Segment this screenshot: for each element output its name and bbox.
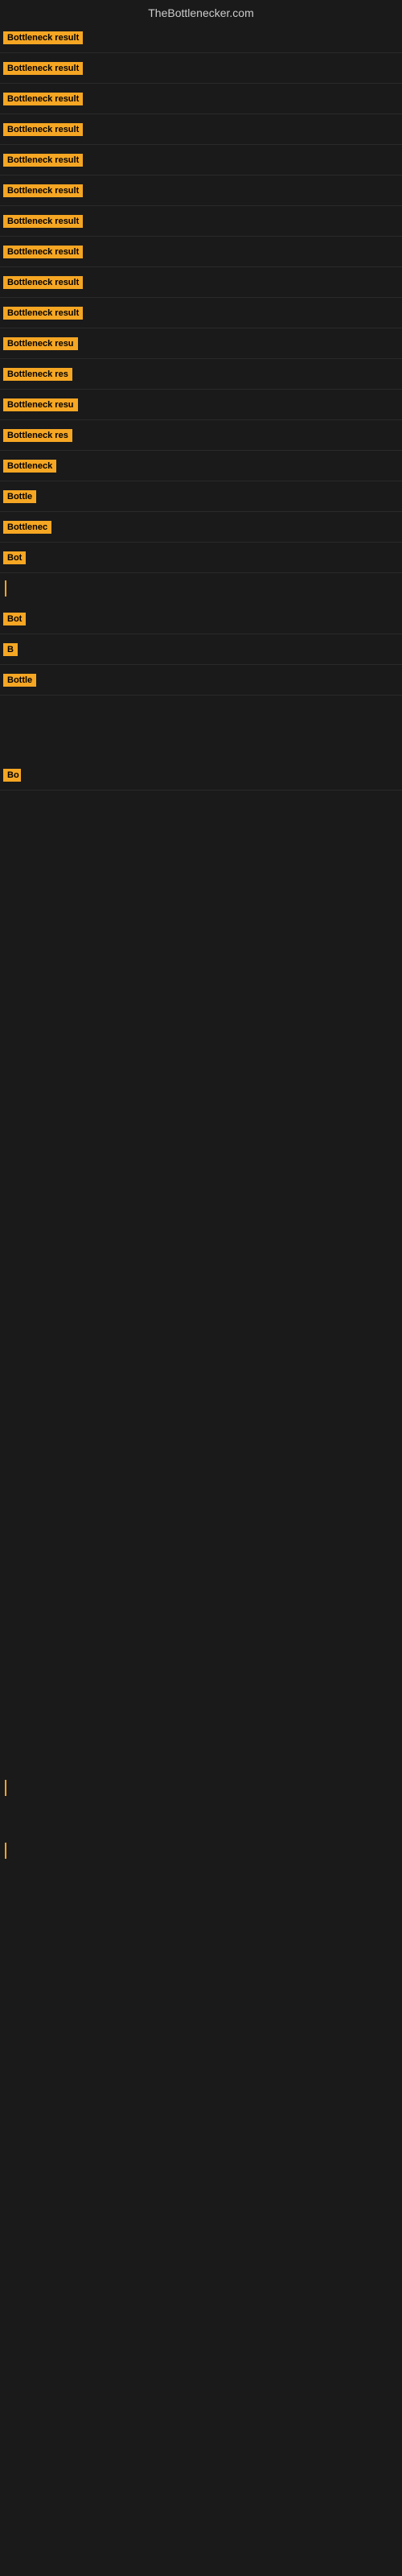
bottleneck-row-2: Bottleneck result bbox=[0, 53, 402, 84]
bottleneck-badge-8[interactable]: Bottleneck result bbox=[3, 246, 83, 258]
bottleneck-badge-23[interactable]: Bo bbox=[3, 769, 21, 782]
bottleneck-row-12: Bottleneck res bbox=[0, 359, 402, 390]
bottleneck-row-21: B bbox=[0, 634, 402, 665]
bottleneck-badge-1[interactable]: Bottleneck result bbox=[3, 31, 83, 44]
bottom-line-1 bbox=[0, 1773, 402, 1803]
small-spacer-bottom bbox=[0, 1803, 402, 1835]
bottleneck-badge-18[interactable]: Bot bbox=[3, 551, 26, 564]
bottleneck-badge-12[interactable]: Bottleneck res bbox=[3, 368, 72, 381]
page-container: TheBottlenecker.com Bottleneck result Bo… bbox=[0, 0, 402, 1866]
bottleneck-badge-3[interactable]: Bottleneck result bbox=[3, 93, 83, 105]
bottleneck-badge-21[interactable]: B bbox=[3, 643, 18, 656]
bottleneck-row-17: Bottlenec bbox=[0, 512, 402, 543]
bottleneck-badge-6[interactable]: Bottleneck result bbox=[3, 184, 83, 197]
spacer-1 bbox=[0, 696, 402, 760]
bottleneck-row-6: Bottleneck result bbox=[0, 175, 402, 206]
bottleneck-row-4: Bottleneck result bbox=[0, 114, 402, 145]
bottleneck-row-3: Bottleneck result bbox=[0, 84, 402, 114]
bottleneck-row-8: Bottleneck result bbox=[0, 237, 402, 267]
bottleneck-badge-5[interactable]: Bottleneck result bbox=[3, 154, 83, 167]
bottleneck-row-14: Bottleneck res bbox=[0, 420, 402, 451]
bottom-line-2 bbox=[0, 1835, 402, 1866]
bottleneck-row-19 bbox=[0, 573, 402, 604]
bottleneck-row-20: Bot bbox=[0, 604, 402, 634]
bottleneck-row-5: Bottleneck result bbox=[0, 145, 402, 175]
bottleneck-badge-11[interactable]: Bottleneck resu bbox=[3, 337, 78, 350]
bottom-spacer bbox=[0, 1290, 402, 1773]
bottleneck-row-13: Bottleneck resu bbox=[0, 390, 402, 420]
bottleneck-row-22: Bottle bbox=[0, 665, 402, 696]
site-title: TheBottlenecker.com bbox=[0, 0, 402, 23]
bottleneck-row-9: Bottleneck result bbox=[0, 267, 402, 298]
bottom-vertical-line-2 bbox=[5, 1843, 6, 1859]
bottleneck-badge-9[interactable]: Bottleneck result bbox=[3, 276, 83, 289]
bottleneck-badge-2[interactable]: Bottleneck result bbox=[3, 62, 83, 75]
spacer-large-3 bbox=[0, 1161, 402, 1290]
vertical-line-indicator bbox=[5, 580, 6, 597]
bottleneck-badge-4[interactable]: Bottleneck result bbox=[3, 123, 83, 136]
bottleneck-badge-15[interactable]: Bottleneck bbox=[3, 460, 56, 473]
bottleneck-row-11: Bottleneck resu bbox=[0, 328, 402, 359]
bottleneck-row-1: Bottleneck result bbox=[0, 23, 402, 53]
bottleneck-row-16: Bottle bbox=[0, 481, 402, 512]
bottleneck-row-18: Bot bbox=[0, 543, 402, 573]
bottleneck-badge-14[interactable]: Bottleneck res bbox=[3, 429, 72, 442]
bottom-vertical-line-1 bbox=[5, 1780, 6, 1796]
bottleneck-badge-7[interactable]: Bottleneck result bbox=[3, 215, 83, 228]
spacer-large-2 bbox=[0, 1032, 402, 1161]
bottleneck-badge-20[interactable]: Bot bbox=[3, 613, 26, 625]
bottleneck-row-23: Bo bbox=[0, 760, 402, 791]
spacer-large bbox=[0, 791, 402, 1032]
bottleneck-row-15: Bottleneck bbox=[0, 451, 402, 481]
bottleneck-badge-22[interactable]: Bottle bbox=[3, 674, 36, 687]
bottleneck-badge-16[interactable]: Bottle bbox=[3, 490, 36, 503]
bottleneck-badge-17[interactable]: Bottlenec bbox=[3, 521, 51, 534]
bottleneck-row-10: Bottleneck result bbox=[0, 298, 402, 328]
bottleneck-row-7: Bottleneck result bbox=[0, 206, 402, 237]
bottleneck-badge-10[interactable]: Bottleneck result bbox=[3, 307, 83, 320]
bottleneck-badge-13[interactable]: Bottleneck resu bbox=[3, 398, 78, 411]
